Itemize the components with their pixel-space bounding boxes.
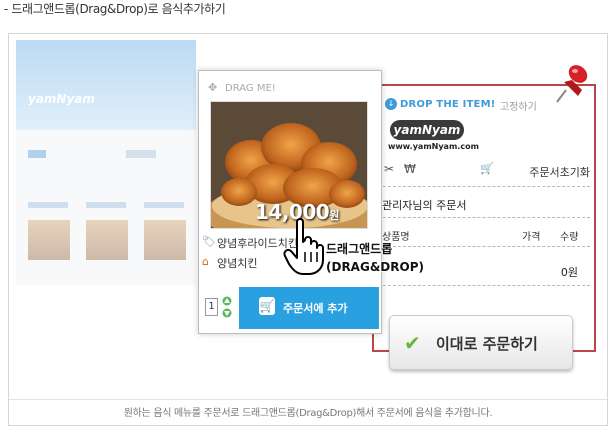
background-bar — [28, 202, 68, 208]
brand-url: www.yamNyam.com — [388, 142, 479, 151]
won-icon[interactable]: ₩ — [404, 162, 416, 176]
quantity-input[interactable]: 1 — [205, 298, 218, 316]
drop-icon: ↓ — [385, 98, 397, 110]
push-pin-icon — [556, 65, 588, 103]
drop-label: DROP THE ITEM! — [400, 99, 496, 110]
order-total: 0원 — [560, 266, 578, 279]
reset-order-button[interactable]: 주문서초기화 — [529, 164, 590, 180]
divider — [378, 246, 590, 247]
background-thumbnail — [28, 220, 70, 260]
scissors-icon[interactable]: ✂ — [384, 162, 394, 176]
divider — [378, 217, 590, 218]
tag-icon: 🏷 — [202, 235, 216, 248]
cart-icon: 🛒 — [259, 297, 275, 315]
place-order-label: 이대로 주문하기 — [436, 335, 538, 353]
hand-cursor-icon — [283, 218, 324, 275]
checkmark-icon: ✔ — [404, 331, 421, 355]
drag-label: DRAG ME! — [225, 83, 276, 94]
background-logo: yamNyam — [28, 92, 95, 106]
order-title: 관리자님의 주문서 — [382, 199, 467, 212]
drag-move-icon: ✥ — [208, 81, 218, 94]
divider — [378, 186, 590, 187]
background-website: yamNyam — [16, 40, 196, 285]
add-to-order-label: 주문서에 추가 — [283, 302, 348, 315]
divider — [378, 285, 590, 286]
column-header-quantity: 수량 — [560, 232, 579, 243]
house-icon: ⌂ — [202, 255, 209, 268]
page-title: - 드래그앤드롭(Drag&Drop)로 음식추가하기 — [4, 2, 226, 16]
order-sheet[interactable]: ↓ DROP THE ITEM! 고정하기 yamNyam www.yamNya… — [372, 84, 596, 352]
background-bar — [86, 202, 126, 208]
caption: 원하는 음식 메뉴를 주문서로 드래그앤드롭(Drag&Drop)해서 주문서에… — [9, 399, 607, 426]
background-bar — [144, 202, 184, 208]
column-header-price: 가격 — [522, 232, 541, 243]
place-order-button[interactable]: ✔ 이대로 주문하기 — [389, 315, 573, 370]
cursor-label-korean: 드래그앤드롭 — [326, 242, 393, 256]
background-thumbnail — [86, 220, 128, 260]
add-to-order-button[interactable]: 🛒 주문서에 추가 — [239, 287, 379, 329]
background-tab — [126, 150, 156, 158]
background-header — [16, 40, 196, 130]
background-tab — [28, 150, 46, 158]
brand-logo: yamNyam — [390, 120, 464, 140]
store-name: 양념치킨 — [217, 257, 258, 270]
cart-icon: 🛒 — [480, 162, 494, 175]
menu-item-card[interactable]: ✥ DRAG ME! 14,000원 🏷 양념후라이드치킨 ⌂ 양념치킨 1 🛒… — [198, 70, 382, 334]
background-thumbnail — [144, 220, 186, 260]
order-toolbar: ✂ ₩ 🛒 주문서초기화 — [384, 162, 590, 180]
quantity-stepper[interactable] — [222, 296, 232, 318]
cursor-label-english: (DRAG&DROP) — [326, 260, 424, 274]
pin-button[interactable]: 고정하기 — [500, 98, 537, 113]
